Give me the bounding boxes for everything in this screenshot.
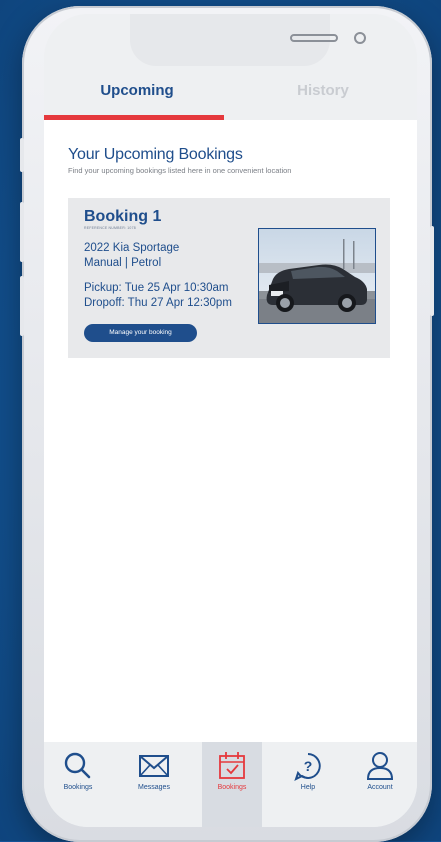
search-icon (64, 752, 91, 779)
nav-account[interactable]: Account (350, 742, 410, 827)
nav-label: Help (300, 784, 316, 791)
notch (130, 14, 366, 66)
power-button (430, 226, 434, 316)
nav-label: Account (367, 784, 393, 791)
bottom-navigation: Bookings Messages Bookings ? Help Accoun… (44, 742, 417, 827)
tab-history[interactable]: History (230, 82, 416, 99)
nav-label: Bookings (217, 784, 247, 791)
pickup-time: Pickup: Tue 25 Apr 10:30am (84, 282, 229, 294)
camera (354, 32, 366, 44)
app-screen: Upcoming History Your Upcoming Bookings … (44, 14, 417, 827)
help-icon: ? (294, 753, 321, 781)
envelope-icon (139, 755, 169, 777)
nav-help[interactable]: ? Help (278, 742, 338, 827)
booking-card[interactable]: Booking 1 REFERENCE NUMBER: 1078 2022 Ki… (68, 198, 390, 358)
nav-bookings-search[interactable]: Bookings (48, 742, 108, 827)
nav-bookings[interactable]: Bookings (202, 742, 262, 827)
volume-up-button (20, 202, 24, 262)
nav-label: Bookings (63, 784, 93, 791)
volume-down-button (20, 276, 24, 336)
tab-bar: Upcoming History (44, 74, 417, 120)
calendar-check-icon (219, 752, 245, 779)
car-spec: Manual | Petrol (84, 257, 162, 269)
main-content: Your Upcoming Bookings Find your upcomin… (44, 120, 417, 742)
dropoff-time: Dropoff: Thu 27 Apr 12:30pm (84, 297, 232, 309)
booking-reference: REFERENCE NUMBER: 1078 (84, 226, 136, 230)
car-photo (258, 228, 376, 324)
svg-text:?: ? (304, 758, 313, 774)
speaker (290, 34, 338, 42)
nav-label: Messages (138, 784, 170, 791)
page-subtitle: Find your upcoming bookings listed here … (68, 166, 292, 175)
manage-booking-button[interactable]: Manage your booking (84, 324, 197, 342)
nav-messages[interactable]: Messages (124, 742, 184, 827)
tab-upcoming[interactable]: Upcoming (44, 82, 230, 99)
page-title: Your Upcoming Bookings (68, 146, 243, 163)
car-model: 2022 Kia Sportage (84, 242, 180, 254)
car-image (259, 229, 375, 323)
user-icon (366, 752, 394, 780)
booking-title: Booking 1 (84, 208, 162, 225)
mute-switch (20, 138, 24, 172)
